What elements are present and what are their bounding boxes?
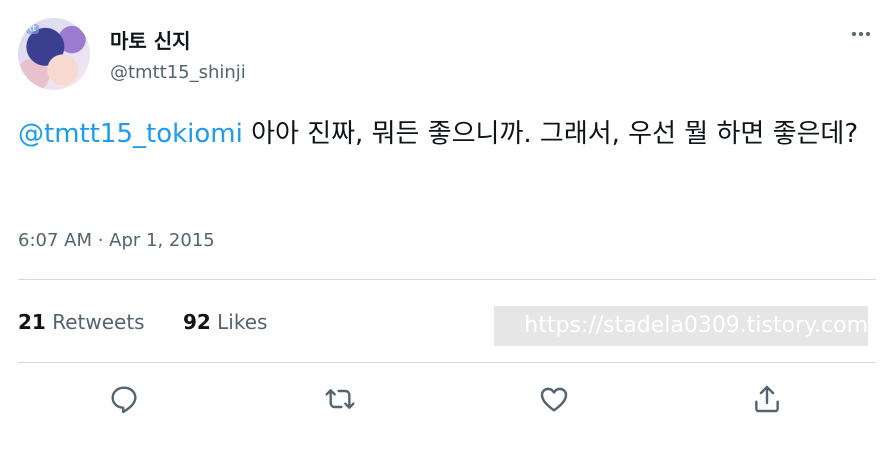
divider [18, 279, 876, 280]
likes-count: 92 [182, 310, 211, 334]
mention-link[interactable]: @tmtt15_tokiomi [18, 119, 243, 149]
retweets-count: 21 [18, 310, 46, 334]
reply-button[interactable] [106, 381, 142, 417]
avatar[interactable]: tt [18, 18, 90, 90]
tweet-body: 아아 진짜, 뭐든 좋으니까. 그래서, 우선 뭘 하면 좋은데? [242, 119, 859, 149]
more-icon[interactable] [846, 24, 876, 44]
retweet-icon [325, 389, 355, 409]
watermark: https://stadela0309.tistory.com [494, 306, 868, 346]
tweet-timestamp[interactable]: 6:07 AM · Apr 1, 2015 [18, 230, 215, 251]
reply-icon [111, 386, 137, 414]
share-button[interactable] [749, 381, 785, 417]
tweet-stats: 21 Retweets 92 Likes [18, 310, 299, 334]
tweet-text: @tmtt15_tokiomi 아아 진짜, 뭐든 좋으니까. 그래서, 우선 … [18, 112, 878, 156]
retweets-label: Retweets [52, 310, 145, 334]
retweets-stat[interactable]: 21 Retweets [18, 310, 145, 334]
likes-label: Likes [217, 310, 268, 334]
heart-icon [540, 387, 568, 412]
avatar-logo-text: tt [26, 24, 40, 34]
author-handle[interactable]: @tmtt15_shinji [110, 62, 246, 83]
retweet-button[interactable] [322, 381, 358, 417]
divider [18, 362, 876, 363]
like-button[interactable] [536, 381, 572, 417]
timestamp-link[interactable]: 6:07 AM · Apr 1, 2015 [18, 230, 215, 251]
likes-stat[interactable]: 92 Likes [183, 310, 268, 334]
share-icon [755, 385, 779, 413]
author-display-name[interactable]: 마토 신지 [110, 25, 191, 54]
